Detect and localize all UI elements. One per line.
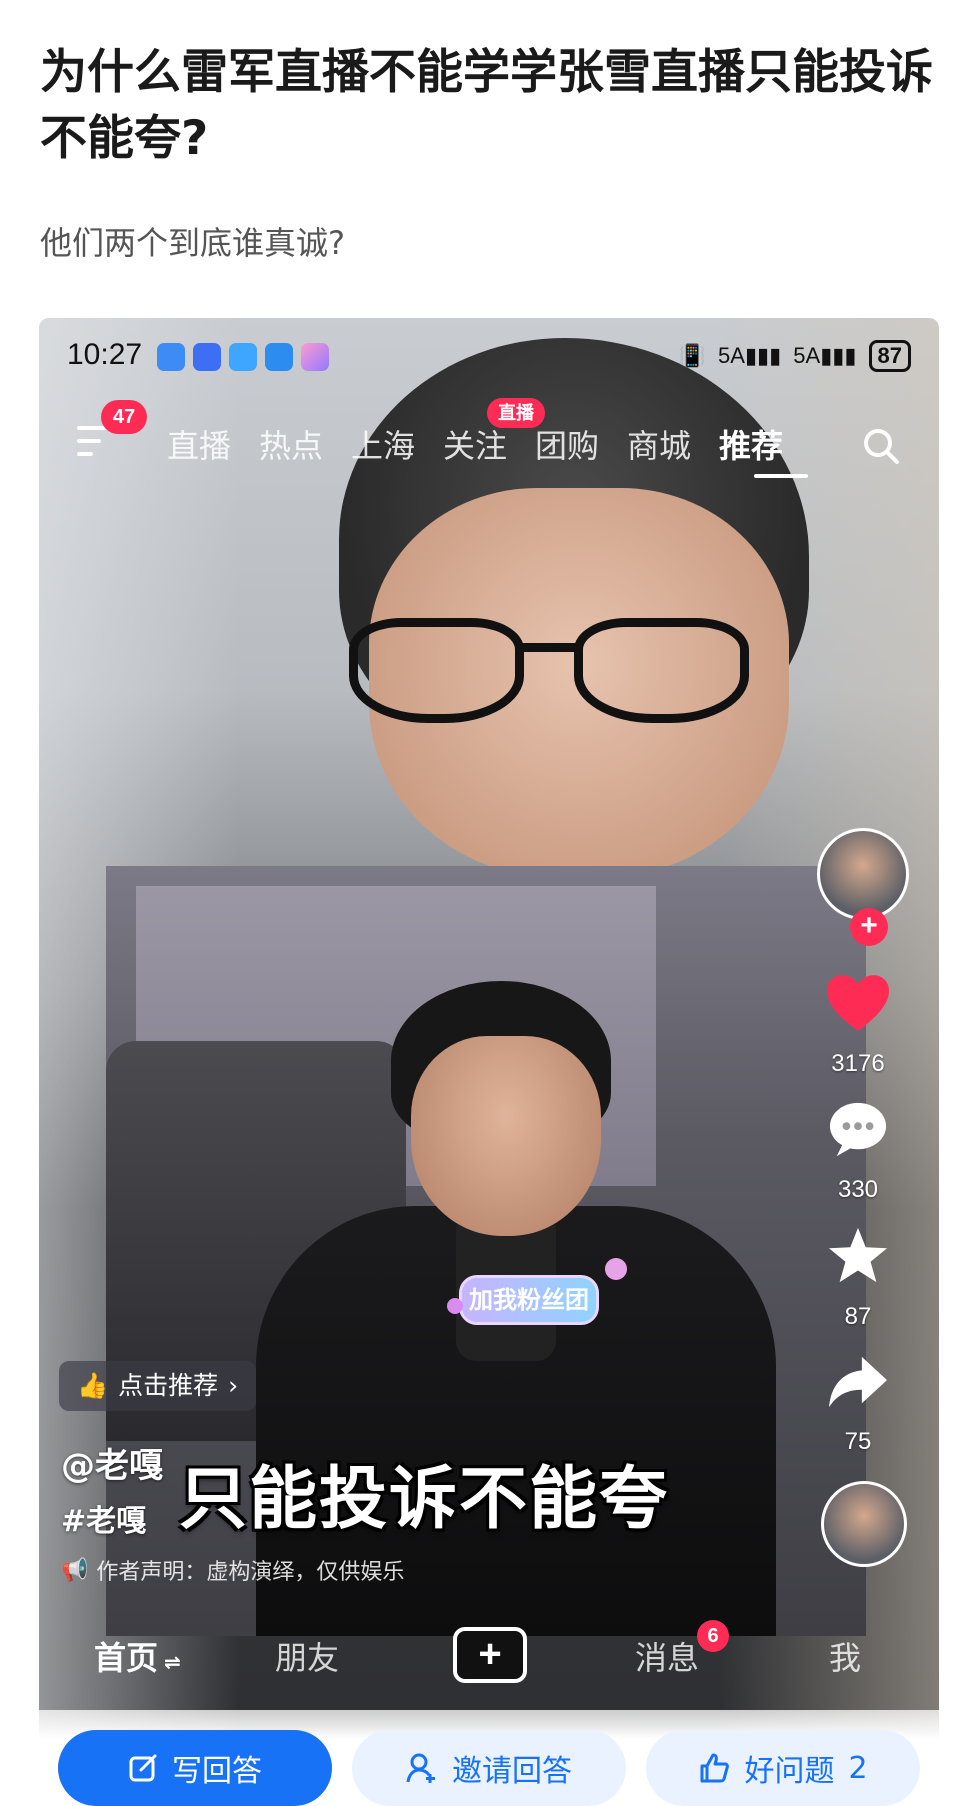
tab-recommend[interactable]: 推荐 xyxy=(719,421,783,467)
fan-club-badge[interactable]: 加我粉丝团 xyxy=(459,1275,599,1325)
tab-hot[interactable]: 热点 xyxy=(259,421,323,467)
music-disc-avatar[interactable] xyxy=(821,1481,907,1567)
signal-icon: 5A▮▮▮ xyxy=(718,343,782,368)
person-inset-face xyxy=(411,1036,601,1236)
good-question-button[interactable]: 好问题 2 xyxy=(646,1730,920,1806)
question-title: 为什么雷军直播不能学学张雪直播只能投诉不能夸? xyxy=(40,45,933,166)
invite-user-icon xyxy=(406,1753,435,1783)
tab-live[interactable]: 直播 xyxy=(167,421,231,467)
hashtag[interactable]: #老嘎 xyxy=(61,1496,146,1540)
tab-following[interactable]: 关注 xyxy=(443,421,507,467)
author-disclaimer: 📢 作者声明：虚构演绎，仅供娱乐 xyxy=(61,1557,405,1586)
signal-icon: 5A▮▮▮ xyxy=(793,343,857,368)
share-count: 75 xyxy=(844,1428,872,1455)
video-subtitle: 只能投诉不能夸 xyxy=(179,1460,670,1539)
tab-shanghai[interactable]: 上海 xyxy=(351,421,415,467)
menu-badge: 47 xyxy=(101,400,147,434)
comment-count: 330 xyxy=(837,1176,879,1203)
status-app-icons xyxy=(157,343,329,371)
bottom-nav-me[interactable]: 我 xyxy=(829,1633,861,1679)
create-plus-button[interactable]: + xyxy=(453,1627,527,1683)
search-icon[interactable] xyxy=(861,426,901,466)
megaphone-icon: 📢 xyxy=(61,1557,89,1583)
question-description: 他们两个到底谁真诚? xyxy=(40,224,345,262)
fan-badge-decoration xyxy=(447,1298,463,1314)
embedded-screenshot[interactable]: 加我粉丝团 10:27 📳 5A▮▮▮ 5A▮▮▮ 87 47 直播 热点 上海… xyxy=(39,318,939,1806)
tab-mall[interactable]: 商城 xyxy=(627,421,691,467)
invite-answer-button[interactable]: 邀请回答 xyxy=(352,1730,626,1806)
follow-plus-button[interactable]: + xyxy=(850,908,888,946)
favorite-count: 87 xyxy=(844,1303,872,1330)
status-indicators: 📳 5A▮▮▮ 5A▮▮▮ 87 xyxy=(679,340,911,372)
thumbs-up-icon xyxy=(700,1753,730,1783)
battery-indicator: 87 xyxy=(868,340,911,372)
bottom-nav-home[interactable]: 首页 ⇌ xyxy=(94,1633,181,1679)
tab-group-buy[interactable]: 团购 xyxy=(535,421,599,467)
active-tab-underline xyxy=(754,474,808,478)
like-count: 3176 xyxy=(831,1050,885,1077)
author-avatar[interactable] xyxy=(817,828,909,920)
thumbs-up-icon: 👍 xyxy=(77,1371,109,1400)
like-heart-icon[interactable] xyxy=(824,973,892,1035)
fan-badge-decoration xyxy=(605,1258,627,1280)
bottom-nav-messages[interactable]: 消息 xyxy=(635,1633,699,1679)
recommend-pill[interactable]: 👍 点击推荐 › xyxy=(59,1361,257,1411)
status-time: 10:27 xyxy=(67,338,143,371)
menu-icon[interactable] xyxy=(77,426,111,460)
good-question-count: 2 xyxy=(848,1750,868,1786)
person-top-glasses xyxy=(349,618,749,728)
bottom-nav-friends[interactable]: 朋友 xyxy=(275,1633,339,1679)
vibrate-icon: 📳 xyxy=(678,343,707,368)
favorite-star-icon[interactable] xyxy=(827,1226,889,1284)
chevron-right-icon: › xyxy=(228,1371,239,1400)
edit-icon xyxy=(129,1754,157,1782)
comment-icon[interactable] xyxy=(827,1100,889,1158)
share-arrow-icon[interactable] xyxy=(827,1353,889,1411)
messages-badge: 6 xyxy=(697,1620,729,1652)
write-answer-button[interactable]: 写回答 xyxy=(58,1730,332,1806)
author-handle[interactable]: @老嘎 xyxy=(61,1438,163,1487)
switch-icon: ⇌ xyxy=(164,1650,181,1674)
